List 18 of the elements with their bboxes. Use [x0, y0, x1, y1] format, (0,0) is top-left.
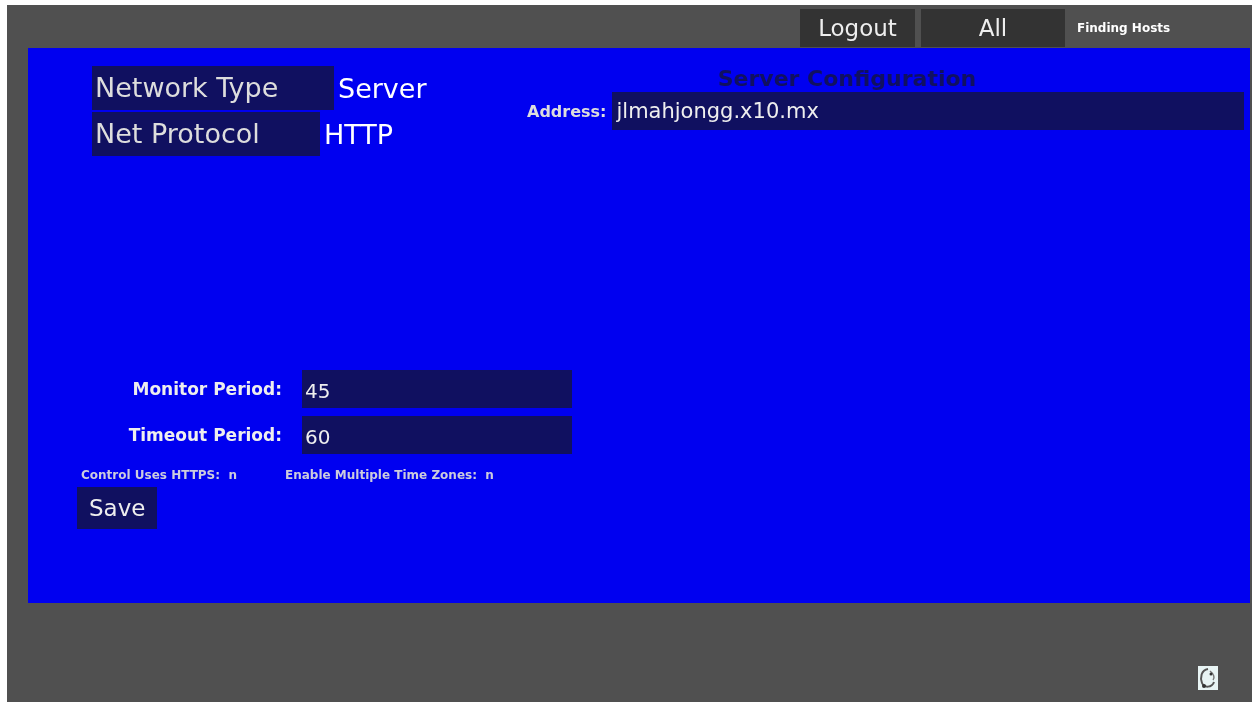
- period-label: Timeout Period:: [127, 425, 282, 445]
- section-title: Server Configuration: [717, 66, 977, 92]
- status-text: Finding Hosts: [1077, 21, 1171, 35]
- flag-text: Enable Multiple Time Zones: n: [284, 468, 494, 482]
- setting-label: Net Protocol: [92, 112, 320, 156]
- address-field[interactable]: jlmahjongg.x10.mx: [612, 92, 1244, 130]
- flag-text: Control Uses HTTPS: n: [81, 468, 237, 482]
- logo-icon: [1198, 666, 1218, 690]
- top-button[interactable]: All: [921, 9, 1065, 47]
- setting-label: Network Type: [92, 66, 334, 110]
- setting-value[interactable]: Server: [338, 72, 427, 104]
- setting-value[interactable]: HTTP: [324, 118, 394, 150]
- top-button[interactable]: Logout: [800, 9, 915, 47]
- period-field[interactable]: 45: [302, 370, 572, 408]
- address-label: Address:: [527, 101, 607, 121]
- period-label: Monitor Period:: [131, 379, 282, 399]
- period-field[interactable]: 60: [302, 416, 572, 454]
- save-button[interactable]: Save: [77, 487, 158, 529]
